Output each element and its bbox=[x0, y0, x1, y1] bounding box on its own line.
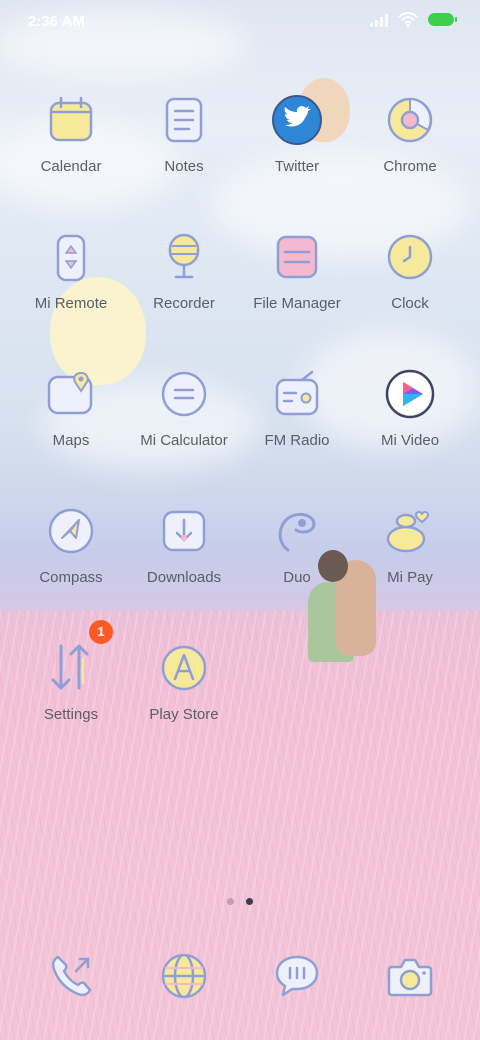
app-recorder[interactable]: Recorder bbox=[124, 229, 244, 339]
app-label: Mi Remote bbox=[34, 295, 108, 312]
status-bar: 2:36 AM bbox=[0, 0, 480, 44]
app-calendar[interactable]: Calendar bbox=[11, 92, 131, 202]
app-maps[interactable]: Maps bbox=[11, 366, 131, 476]
radio-icon bbox=[269, 366, 325, 422]
dock-phone[interactable] bbox=[41, 946, 101, 1006]
messages-icon bbox=[275, 955, 319, 997]
page-dot-2-active[interactable] bbox=[246, 898, 253, 905]
app-label: Notes bbox=[164, 158, 204, 175]
app-label: Recorder bbox=[153, 295, 215, 312]
app-label: Mi Calculator bbox=[140, 432, 228, 449]
phone-icon bbox=[51, 955, 92, 997]
app-clock[interactable]: Clock bbox=[350, 229, 470, 339]
app-notes[interactable]: Notes bbox=[124, 92, 244, 202]
app-label: Play Store bbox=[149, 706, 219, 723]
page-dot-1[interactable] bbox=[227, 898, 234, 905]
app-label: Mi Pay bbox=[387, 569, 433, 586]
app-label: Maps bbox=[52, 432, 90, 449]
calendar-icon bbox=[43, 92, 99, 148]
app-mi-video[interactable]: Mi Video bbox=[350, 366, 470, 476]
play-icon bbox=[382, 366, 438, 422]
status-time: 2:36 AM bbox=[28, 13, 85, 30]
app-label: Calendar bbox=[40, 158, 102, 175]
notification-badge: 1 bbox=[89, 620, 113, 644]
app-label: FM Radio bbox=[264, 432, 330, 449]
download-icon bbox=[156, 503, 212, 559]
wifi-icon bbox=[398, 12, 418, 27]
browser-globe-icon bbox=[161, 953, 207, 999]
chrome-icon bbox=[382, 92, 438, 148]
app-label: Compass bbox=[39, 569, 103, 586]
calculator-icon bbox=[156, 366, 212, 422]
notes-icon bbox=[156, 92, 212, 148]
app-duo[interactable]: Duo bbox=[237, 503, 357, 613]
app-settings[interactable]: Settings bbox=[11, 640, 131, 750]
app-file-manager[interactable]: File Manager bbox=[237, 229, 357, 339]
app-chrome[interactable]: Chrome bbox=[350, 92, 470, 202]
dock-messages[interactable] bbox=[267, 946, 327, 1006]
settings-arrows-icon bbox=[43, 640, 99, 696]
app-label: Downloads bbox=[146, 569, 222, 586]
app-label: File Manager bbox=[253, 295, 341, 312]
app-label: Duo bbox=[283, 569, 311, 586]
map-pin-icon bbox=[43, 366, 99, 422]
microphone-icon bbox=[156, 229, 212, 285]
dock-browser[interactable] bbox=[154, 946, 214, 1006]
page-indicator[interactable] bbox=[0, 898, 480, 905]
app-compass[interactable]: Compass bbox=[11, 503, 131, 613]
app-label: Chrome bbox=[383, 158, 437, 175]
app-play-store[interactable]: Play Store bbox=[124, 640, 244, 750]
app-mi-remote[interactable]: Mi Remote bbox=[11, 229, 131, 339]
app-twitter[interactable]: Twitter bbox=[237, 92, 357, 202]
app-label: Mi Video bbox=[380, 432, 440, 449]
app-downloads[interactable]: Downloads bbox=[124, 503, 244, 613]
app-mi-calculator[interactable]: Mi Calculator bbox=[124, 366, 244, 476]
camera-icon bbox=[387, 958, 433, 997]
compass-icon bbox=[43, 503, 99, 559]
play-store-icon bbox=[156, 640, 212, 696]
battery-charging-icon bbox=[428, 13, 457, 26]
duo-icon bbox=[269, 503, 325, 559]
app-label: Twitter bbox=[274, 158, 320, 175]
app-label: Clock bbox=[391, 295, 429, 312]
signal-icon bbox=[370, 13, 388, 27]
dock-camera[interactable] bbox=[380, 946, 440, 1006]
app-label: Settings bbox=[43, 706, 99, 723]
app-fm-radio[interactable]: FM Radio bbox=[237, 366, 357, 476]
wallet-icon bbox=[382, 503, 438, 559]
clock-icon bbox=[382, 229, 438, 285]
app-mi-pay[interactable]: Mi Pay bbox=[350, 503, 470, 613]
twitter-icon bbox=[269, 92, 325, 148]
folder-icon bbox=[269, 229, 325, 285]
remote-icon bbox=[43, 229, 99, 285]
